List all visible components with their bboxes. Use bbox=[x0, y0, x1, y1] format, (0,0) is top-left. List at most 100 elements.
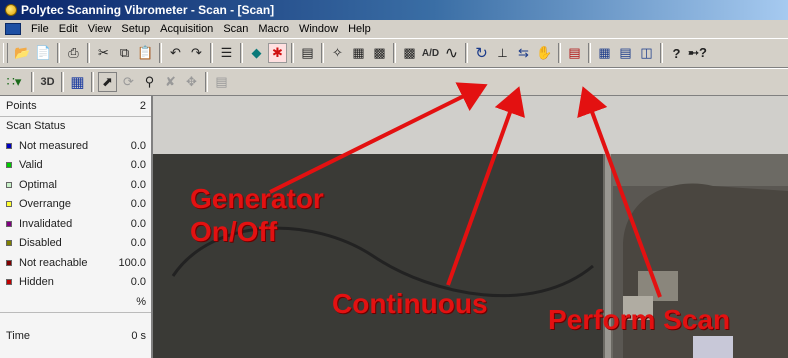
status-row: Hidden 0.0 bbox=[0, 273, 151, 293]
menu-help[interactable]: Help bbox=[343, 23, 376, 35]
hand-stop-icon[interactable]: ✋ bbox=[535, 43, 554, 63]
separator bbox=[558, 43, 561, 63]
status-row: Not reachable 100.0 bbox=[0, 253, 151, 273]
settings-dialog-icon[interactable]: ▩ bbox=[400, 43, 419, 63]
print-icon[interactable]: ⎙ bbox=[64, 43, 83, 63]
define-scan-points-icon[interactable]: ▤ bbox=[298, 43, 317, 63]
generator-annotation-line1: Generator bbox=[190, 183, 324, 214]
alignment-icon[interactable]: ◆ bbox=[247, 43, 266, 63]
separator bbox=[159, 43, 162, 63]
menu-setup[interactable]: Setup bbox=[116, 23, 155, 35]
menu-view[interactable]: View bbox=[83, 23, 117, 35]
scan-status-panel: Points 2 Scan Status Not measured 0.0 Vali… bbox=[0, 96, 153, 358]
status-label: Invalidated bbox=[19, 217, 73, 230]
copy-icon[interactable]: ⧉ bbox=[115, 43, 134, 63]
point-style-dropdown[interactable]: ∷▾ bbox=[1, 72, 27, 92]
mesh-edit-icon[interactable]: ▩ bbox=[370, 43, 389, 63]
generator-icon[interactable]: ∿ bbox=[442, 43, 461, 63]
separator bbox=[588, 43, 591, 63]
continuous-annotation: Continuous bbox=[332, 288, 488, 319]
separator bbox=[31, 72, 34, 92]
status-value: 0.0 bbox=[130, 139, 146, 152]
help-icon[interactable]: ? bbox=[667, 43, 686, 63]
separator bbox=[393, 43, 396, 63]
status-value: 0.0 bbox=[130, 178, 146, 191]
status-color-swatch bbox=[6, 220, 12, 227]
time-value: 0 s bbox=[131, 330, 146, 343]
status-value: 0.0 bbox=[130, 237, 146, 250]
status-color-swatch bbox=[6, 181, 12, 188]
window-title: Polytec Scanning Vibrometer - Scan - [Sc… bbox=[21, 3, 275, 17]
status-value: 100.0 bbox=[118, 256, 146, 269]
generator-annotation-line2: On/Off bbox=[190, 216, 278, 247]
title-bar[interactable]: Polytec Scanning Vibrometer - Scan - [Sc… bbox=[0, 0, 788, 20]
status-label: Not reachable bbox=[19, 256, 88, 269]
rotate-icon[interactable]: ⟳ bbox=[119, 72, 138, 92]
new-document-icon[interactable]: 📄 bbox=[34, 43, 53, 63]
status-row: Invalidated 0.0 bbox=[0, 214, 151, 234]
status-row: Overrange 0.0 bbox=[0, 195, 151, 215]
document-app-icon[interactable] bbox=[5, 23, 21, 35]
tile-vertical-icon[interactable]: ◫ bbox=[637, 43, 656, 63]
cascade-windows-icon[interactable]: ▦ bbox=[595, 43, 614, 63]
properties-icon[interactable]: ▤ bbox=[212, 72, 231, 92]
perform-scan-annotation: Perform Scan bbox=[548, 304, 731, 335]
status-color-swatch bbox=[6, 162, 12, 169]
ad-converter-button[interactable]: A/D bbox=[421, 43, 440, 63]
toolbar-grip[interactable] bbox=[3, 43, 8, 63]
separator bbox=[57, 43, 60, 63]
3d-label: 3D bbox=[40, 76, 55, 88]
open-icon[interactable]: 📂 bbox=[13, 43, 32, 63]
percent-unit-row: % bbox=[0, 292, 151, 313]
separator bbox=[321, 43, 324, 63]
status-value: 0.0 bbox=[130, 198, 146, 211]
menu-macro[interactable]: Macro bbox=[253, 23, 294, 35]
status-row: Not measured 0.0 bbox=[0, 136, 151, 156]
time-row: Time 0 s bbox=[0, 327, 151, 347]
grid-icon[interactable]: ▦ bbox=[68, 72, 87, 92]
status-label: Hidden bbox=[19, 276, 54, 289]
pan-icon[interactable]: ✥ bbox=[182, 72, 201, 92]
status-row: Disabled 0.0 bbox=[0, 234, 151, 254]
menu-window[interactable]: Window bbox=[294, 23, 343, 35]
view-toolbar: ∷▾ 3D ▦ ⬈ ⟳ ⚲ ✘ ✥ ▤ bbox=[0, 68, 788, 96]
menu-edit[interactable]: Edit bbox=[54, 23, 83, 35]
zoom-region-icon[interactable]: ✘ bbox=[161, 72, 180, 92]
undo-icon[interactable]: ↶ bbox=[166, 43, 185, 63]
sparkle-icon[interactable]: ✧ bbox=[328, 43, 347, 63]
points-label: Points bbox=[6, 99, 37, 112]
perform-scan-icon[interactable]: ⇆ bbox=[514, 43, 533, 63]
zoom-icon[interactable]: ⚲ bbox=[140, 72, 159, 92]
menu-file[interactable]: File bbox=[26, 23, 54, 35]
3d-view-button[interactable]: 3D bbox=[38, 72, 57, 92]
menu-scan[interactable]: Scan bbox=[218, 23, 253, 35]
status-color-swatch bbox=[6, 201, 12, 208]
status-color-swatch bbox=[6, 259, 12, 266]
tree-view-icon[interactable]: ☰ bbox=[217, 43, 236, 63]
status-value: 0.0 bbox=[130, 159, 146, 172]
separator bbox=[61, 72, 64, 92]
grid-mesh-icon[interactable]: ▦ bbox=[349, 43, 368, 63]
cut-icon[interactable]: ✂ bbox=[94, 43, 113, 63]
percent-unit: % bbox=[136, 295, 146, 308]
polytec-app-icon bbox=[5, 4, 17, 16]
single-shot-icon[interactable]: ⊥ bbox=[493, 43, 512, 63]
redo-icon[interactable]: ↷ bbox=[187, 43, 206, 63]
status-row: Valid 0.0 bbox=[0, 156, 151, 176]
laser-icon[interactable]: ✱ bbox=[268, 43, 287, 63]
status-value: 0.0 bbox=[130, 276, 146, 289]
points-value: 2 bbox=[139, 99, 146, 112]
continuous-icon[interactable]: ↻ bbox=[472, 43, 491, 63]
pointer-icon[interactable]: ⬈ bbox=[98, 72, 117, 92]
status-label: Optimal bbox=[19, 178, 57, 191]
paste-icon[interactable]: 📋 bbox=[136, 43, 155, 63]
signal-view-icon[interactable]: ▤ bbox=[565, 43, 584, 63]
context-help-icon[interactable]: ➸? bbox=[688, 43, 707, 63]
menu-acquisition[interactable]: Acquisition bbox=[155, 23, 218, 35]
separator bbox=[465, 43, 468, 63]
tile-horizontal-icon[interactable]: ▤ bbox=[616, 43, 635, 63]
status-label: Overrange bbox=[19, 198, 71, 211]
scan-status-header: Scan Status bbox=[6, 120, 66, 133]
status-label: Disabled bbox=[19, 237, 62, 250]
points-row: Points 2 bbox=[0, 96, 151, 117]
